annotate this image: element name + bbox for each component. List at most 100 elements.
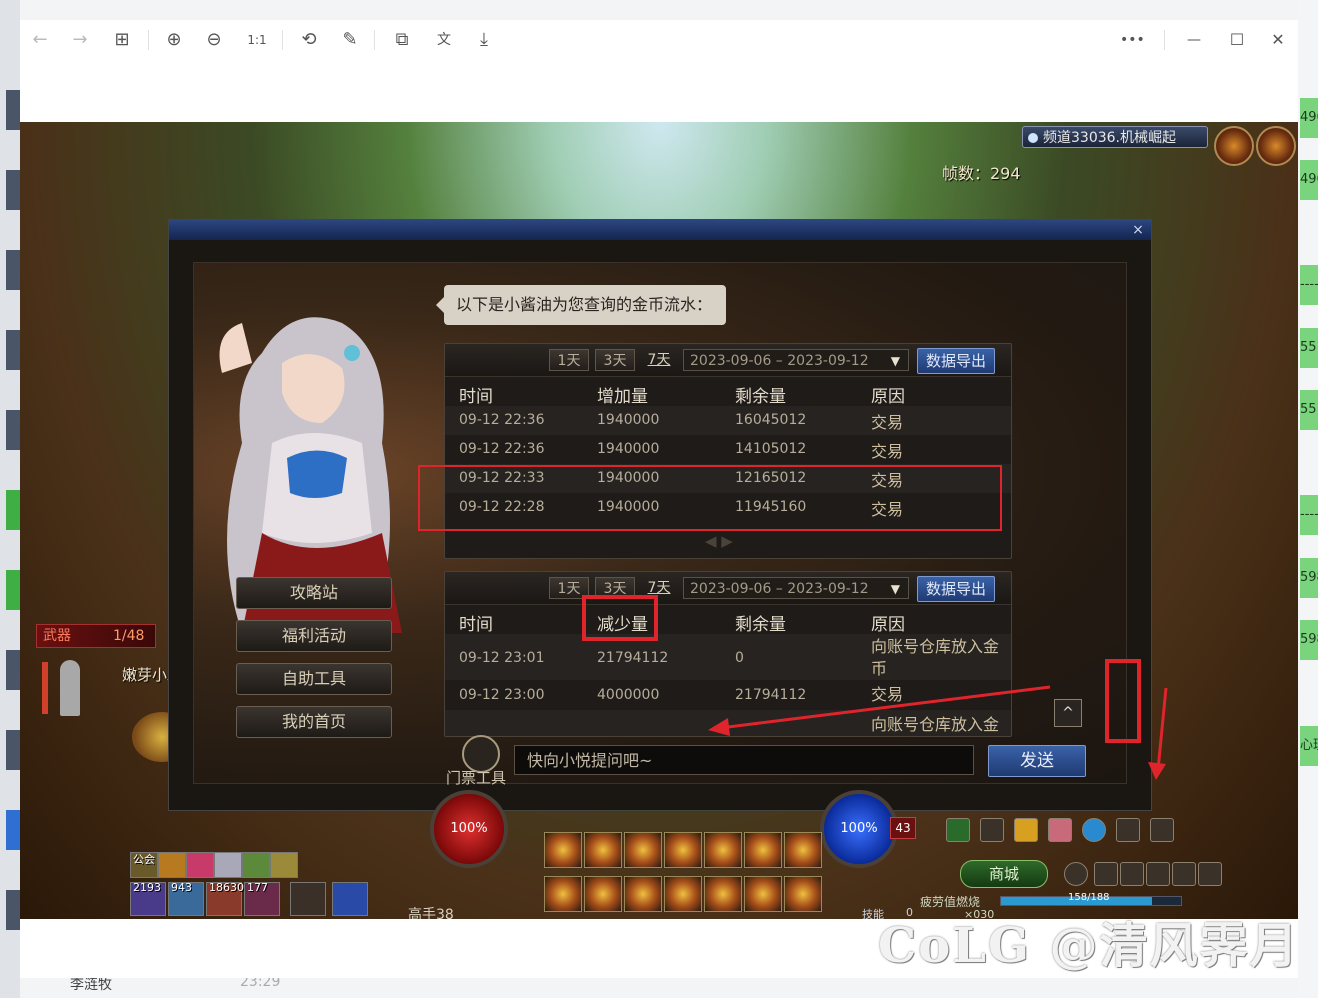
skill-slot[interactable] bbox=[784, 832, 822, 868]
skill-slot[interactable] bbox=[584, 876, 622, 912]
more-icon[interactable]: ••• bbox=[1120, 28, 1145, 52]
skill-slot[interactable] bbox=[784, 876, 822, 912]
game-screenshot: 频道33036.机械崛起 帧数：294 武器 1/48 嫩芽小助手 × 攻略站 … bbox=[20, 122, 1298, 919]
save-icon[interactable]: ⤓ bbox=[472, 28, 496, 52]
date-range-select[interactable]: 2023-09-06 – 2023-09-12 ▼ bbox=[683, 349, 909, 371]
consumable-slot[interactable]: 943 bbox=[168, 881, 204, 916]
nav-welfare-button[interactable]: 福利活动 bbox=[236, 620, 392, 652]
watermark: CoLG @清风霁月 bbox=[878, 918, 1300, 974]
date-range-select[interactable]: 2023-09-06 – 2023-09-12 ▼ bbox=[683, 577, 909, 599]
nav-strategy-site-button[interactable]: 攻略站 bbox=[236, 577, 392, 609]
range-3day-button[interactable]: 3天 bbox=[595, 349, 635, 371]
chevron-down-icon: ▼ bbox=[890, 354, 900, 368]
item-label: 公会 bbox=[133, 853, 155, 866]
arrow-line bbox=[1156, 687, 1168, 771]
consumable-slot[interactable] bbox=[290, 882, 326, 916]
background-app-top-strip bbox=[20, 0, 1298, 21]
thumbnail bbox=[6, 810, 20, 850]
ask-input[interactable]: 快向小悦提问吧~ bbox=[514, 745, 974, 775]
background-app-bottom-strip: 李涟牧 23:29 bbox=[20, 974, 1298, 998]
thumbnail bbox=[6, 890, 20, 930]
bg-cell: ---- bbox=[1300, 265, 1318, 305]
zoom-out-icon[interactable]: ⊖ bbox=[202, 28, 226, 52]
map-icon[interactable] bbox=[1214, 126, 1254, 166]
compare-icon[interactable]: ⧉ bbox=[390, 28, 414, 52]
avatar-icon[interactable] bbox=[1048, 818, 1072, 842]
npc-figure-icon bbox=[60, 660, 80, 716]
scroll-up-button[interactable]: ^ bbox=[1054, 699, 1082, 727]
skill-slot[interactable] bbox=[704, 876, 742, 912]
col-increase-header: 增加量 bbox=[597, 387, 648, 407]
minimize-icon[interactable]: — bbox=[1182, 28, 1206, 52]
dialog-titlebar bbox=[169, 220, 1151, 240]
cube-icon[interactable] bbox=[214, 852, 242, 878]
skill-slot[interactable] bbox=[744, 876, 782, 912]
cell-time: 09-12 23:01 bbox=[459, 650, 545, 666]
cell-balance: 14105012 bbox=[735, 441, 807, 457]
skill-slot[interactable] bbox=[544, 832, 582, 868]
d-icon[interactable] bbox=[1014, 818, 1038, 842]
cell-reason: 交易 bbox=[871, 685, 904, 704]
col-balance-header: 剩余量 bbox=[735, 615, 786, 635]
cell-balance: 21794112 bbox=[735, 687, 807, 703]
back-icon[interactable]: ← bbox=[28, 28, 52, 52]
skill-slot[interactable] bbox=[744, 832, 782, 868]
skill-slot[interactable] bbox=[624, 876, 662, 912]
rotate-icon[interactable]: ⟲ bbox=[297, 28, 321, 52]
event-icon[interactable] bbox=[1116, 818, 1140, 842]
skill-slot[interactable] bbox=[664, 832, 702, 868]
table-row: 09-12 22:36 1940000 14105012 交易 bbox=[445, 435, 1011, 464]
thumbnail bbox=[6, 250, 20, 290]
weapon-count: 1/48 bbox=[113, 628, 145, 644]
clipboard-icon[interactable] bbox=[980, 818, 1004, 842]
mall-button[interactable]: 商城 bbox=[960, 860, 1048, 888]
quest-icon[interactable] bbox=[1172, 862, 1196, 886]
edit-icon[interactable]: ✎ bbox=[338, 28, 362, 52]
menu-grid-icon[interactable] bbox=[1064, 862, 1088, 886]
export-data-button[interactable]: 数据导出 bbox=[917, 576, 995, 602]
consumable-slot[interactable] bbox=[332, 882, 368, 916]
calendar-icon[interactable] bbox=[946, 818, 970, 842]
grid-view-icon[interactable]: ⊞ bbox=[110, 28, 134, 52]
range-1day-button[interactable]: 1天 bbox=[549, 349, 589, 371]
consumable-slot[interactable]: 18630 bbox=[206, 881, 244, 916]
skill-slot[interactable] bbox=[704, 832, 742, 868]
table-pager[interactable]: ◀ ▶ bbox=[705, 532, 733, 550]
item-count: 177 bbox=[247, 881, 268, 894]
skill-slot[interactable] bbox=[664, 876, 702, 912]
skill-icon[interactable] bbox=[1146, 862, 1170, 886]
heart-icon[interactable] bbox=[186, 852, 214, 878]
close-icon[interactable]: ✕ bbox=[1266, 28, 1290, 52]
hud-item-guild[interactable]: 公会 bbox=[130, 852, 158, 878]
settings-icon[interactable] bbox=[1198, 862, 1222, 886]
cell-increase: 1940000 bbox=[597, 412, 660, 428]
nav-self-service-button[interactable]: 自助工具 bbox=[236, 663, 392, 695]
consumable-slot[interactable]: 2193 bbox=[130, 881, 166, 916]
skill-slot[interactable] bbox=[624, 832, 662, 868]
dialog-close-icon[interactable]: × bbox=[1129, 221, 1147, 239]
viewer-toolbar: ← → ⊞ ⊕ ⊖ 1:1 ⟲ ✎ ⧉ 文 ⤓ ••• — ☐ ✕ bbox=[20, 20, 1298, 60]
ocr-icon[interactable]: 文 bbox=[432, 28, 456, 52]
hud-item[interactable] bbox=[158, 852, 186, 878]
inventory-icon[interactable] bbox=[1120, 862, 1144, 886]
expense-panel: 1天 3天 7天 2023-09-06 – 2023-09-12 ▼ 数据导出 … bbox=[444, 571, 1012, 737]
guild-icon[interactable] bbox=[1256, 126, 1296, 166]
book-icon[interactable] bbox=[1150, 818, 1174, 842]
hud-item[interactable] bbox=[242, 852, 270, 878]
skill-slot[interactable] bbox=[544, 876, 582, 912]
maximize-icon[interactable]: ☐ bbox=[1225, 28, 1249, 52]
range-7day-button[interactable]: 7天 bbox=[639, 349, 679, 371]
thumbnail bbox=[6, 730, 20, 770]
forward-icon[interactable]: → bbox=[68, 28, 92, 52]
zoom-in-icon[interactable]: ⊕ bbox=[162, 28, 186, 52]
hud-item[interactable] bbox=[270, 852, 298, 878]
channel-label[interactable]: 频道33036.机械崛起 bbox=[1022, 126, 1208, 148]
skill-slot[interactable] bbox=[584, 832, 622, 868]
export-data-button[interactable]: 数据导出 bbox=[917, 348, 995, 374]
date-range-value: 2023-09-06 – 2023-09-12 bbox=[690, 581, 869, 597]
nav-home-button[interactable]: 我的首页 bbox=[236, 706, 392, 738]
character-icon[interactable] bbox=[1094, 862, 1118, 886]
actual-size-icon[interactable]: 1:1 bbox=[245, 28, 269, 52]
consumable-slot[interactable]: 177 bbox=[244, 881, 280, 916]
tp-icon[interactable] bbox=[1082, 818, 1106, 842]
